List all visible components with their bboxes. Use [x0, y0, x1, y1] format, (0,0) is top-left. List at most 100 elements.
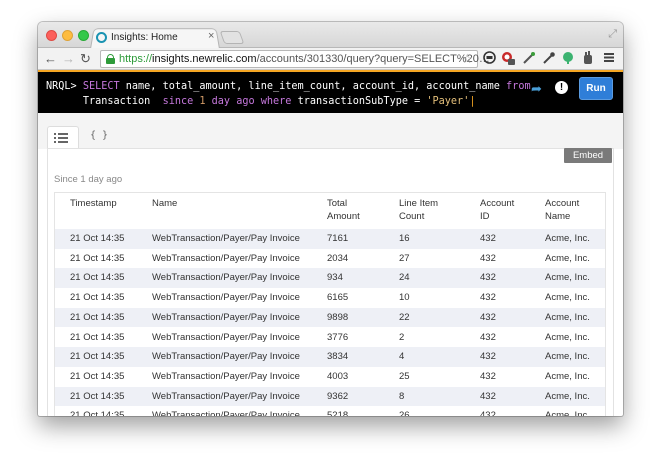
cell-timestamp: 21 Oct 14:35 [70, 331, 125, 343]
forward-arrow-icon[interactable]: → [62, 51, 75, 66]
cell-account-name: Acme, Inc. [545, 311, 590, 323]
table-row[interactable]: 21 Oct 14:35 WebTransaction/Payer/Pay Inv… [55, 347, 605, 367]
list-icon-dot [54, 141, 56, 143]
url-scheme: https:// [119, 53, 153, 65]
share-arrow-icon[interactable]: ➦ [531, 81, 542, 97]
cell-timestamp: 21 Oct 14:35 [70, 410, 125, 416]
column-header-line: Total [327, 198, 348, 209]
nrql-query-input[interactable]: NRQL> SELECT name, total_amount, line_it… [46, 79, 531, 109]
cell-account-id: 432 [480, 311, 496, 323]
cell-total-amount: 4003 [327, 370, 349, 382]
tab-close-icon[interactable]: × [208, 30, 214, 43]
tab-table-view[interactable] [47, 126, 79, 149]
eyedropper-icon[interactable] [542, 51, 556, 65]
query-fields: name, total_amount, line_item_count, acc… [125, 81, 500, 92]
cell-line-item-count: 24 [399, 272, 410, 284]
column-header-timestamp[interactable]: Timestamp [70, 198, 117, 211]
browser-tab[interactable]: Insights: Home × [96, 30, 216, 45]
browser-toolbar: ← → ↻ https://insights.newrelic.com/acco… [38, 48, 623, 70]
table-row[interactable]: 21 Oct 14:35 WebTransaction/Payer/Pay Inv… [55, 249, 605, 269]
query-since-unit: day [211, 96, 231, 107]
column-header-account-name[interactable]: Account Name [545, 198, 579, 223]
url-host: insights.newrelic.com [152, 53, 257, 65]
tab-json-view[interactable]: { } [90, 130, 108, 141]
screenshot-stage: Insights: Home × ⤢ ← → ↻ https://insight… [0, 0, 660, 468]
adblock-icon[interactable] [482, 51, 496, 65]
cell-account-name: Acme, Inc. [545, 351, 590, 363]
hand-icon[interactable] [581, 51, 595, 65]
column-header-line: Name [545, 210, 571, 222]
cell-account-id: 432 [480, 370, 496, 382]
column-header-line-item-count[interactable]: Line Item Count [399, 198, 438, 223]
zoom-window-button[interactable] [78, 30, 89, 41]
table-row[interactable]: 21 Oct 14:35 WebTransaction/Payer/Pay Inv… [55, 328, 605, 348]
cell-name: WebTransaction/Payer/Pay Invoice [152, 252, 300, 264]
url-text[interactable]: https://insights.newrelic.com/accounts/3… [119, 53, 490, 66]
fullscreen-icon[interactable]: ⤢ [608, 28, 617, 41]
wand-icon[interactable] [522, 51, 536, 65]
column-header-line: Name [152, 198, 178, 209]
new-tab-button[interactable] [219, 31, 245, 44]
table-row[interactable]: 21 Oct 14:35 WebTransaction/Payer/Pay Inv… [55, 386, 605, 407]
column-header-line: Account [545, 198, 580, 209]
table-row[interactable]: 21 Oct 14:35 WebTransaction/Payer/Pay Inv… [55, 307, 605, 328]
reload-icon[interactable]: ↻ [80, 51, 91, 66]
nrql-query-bar: NRQL> SELECT name, total_amount, line_it… [38, 70, 623, 113]
tab-title: Insights: Home [111, 32, 178, 43]
back-arrow-icon[interactable]: ← [44, 51, 57, 66]
table-row[interactable]: 21 Oct 14:35 WebTransaction/Payer/Pay Inv… [55, 367, 605, 387]
cell-account-id: 432 [480, 351, 496, 363]
cell-account-id: 432 [480, 390, 496, 402]
kw-where: where [260, 96, 292, 107]
cell-line-item-count: 8 [399, 390, 405, 402]
list-icon-line [58, 141, 68, 143]
cell-timestamp: 21 Oct 14:35 [70, 292, 125, 304]
column-header-line: Timestamp [70, 198, 117, 209]
embed-button[interactable]: Embed [564, 148, 612, 163]
table-row[interactable]: 21 Oct 14:35 WebTransaction/Payer/Pay Inv… [55, 268, 605, 289]
tab-strip: Insights: Home × ⤢ [38, 22, 623, 49]
result-tab-bar: { } [38, 113, 623, 149]
cell-account-name: Acme, Inc. [545, 252, 590, 264]
cell-account-id: 432 [480, 252, 496, 264]
cell-name: WebTransaction/Payer/Pay Invoice [152, 370, 300, 382]
cell-timestamp: 21 Oct 14:35 [70, 233, 125, 244]
evernote-icon[interactable] [561, 51, 575, 65]
cell-total-amount: 3776 [327, 331, 349, 343]
cell-account-name: Acme, Inc. [545, 370, 590, 382]
cell-total-amount: 9362 [327, 390, 349, 402]
kw-ago: ago [236, 96, 255, 107]
cell-line-item-count: 2 [399, 331, 405, 343]
cell-line-item-count: 10 [399, 292, 410, 304]
column-header-name[interactable]: Name [152, 198, 177, 211]
cell-name: WebTransaction/Payer/Pay Invoice [152, 311, 300, 323]
cell-name: WebTransaction/Payer/Pay Invoice [152, 351, 300, 363]
column-header-total-amount[interactable]: Total Amount [327, 198, 360, 223]
exclamation-icon[interactable]: ! [555, 81, 568, 94]
cell-total-amount: 7161 [327, 233, 349, 244]
lastpass-icon[interactable] [501, 51, 515, 65]
minimize-window-button[interactable] [62, 30, 73, 41]
kw-from: from [506, 81, 531, 92]
column-header-account-id[interactable]: Account ID [480, 198, 514, 223]
table-row[interactable]: 21 Oct 14:35 WebTransaction/Payer/Pay Inv… [55, 229, 605, 249]
bookmark-star-icon[interactable]: ☆ [461, 51, 473, 67]
close-window-button[interactable] [46, 30, 57, 41]
cell-timestamp: 21 Oct 14:35 [70, 252, 125, 264]
menu-icon[interactable] [602, 51, 616, 65]
list-icon-dot [54, 133, 56, 135]
cell-line-item-count: 4 [399, 351, 405, 363]
run-button[interactable]: Run [579, 77, 613, 100]
table-row[interactable]: 21 Oct 14:35 WebTransaction/Payer/Pay Inv… [55, 406, 605, 416]
cell-line-item-count: 25 [399, 370, 410, 382]
cell-name: WebTransaction/Payer/Pay Invoice [152, 331, 300, 343]
results-table: Timestamp Name Total Amount Line Item Count Ac… [54, 192, 606, 416]
table-row[interactable]: 21 Oct 14:35 WebTransaction/Payer/Pay Inv… [55, 288, 605, 308]
cell-total-amount: 3834 [327, 351, 349, 363]
cell-name: WebTransaction/Payer/Pay Invoice [152, 390, 300, 402]
newrelic-favicon-icon [96, 32, 107, 43]
list-icon-line [58, 133, 68, 135]
address-bar[interactable]: https://insights.newrelic.com/accounts/3… [100, 50, 490, 68]
cell-line-item-count: 26 [399, 410, 410, 416]
cell-name: WebTransaction/Payer/Pay Invoice [152, 410, 300, 416]
